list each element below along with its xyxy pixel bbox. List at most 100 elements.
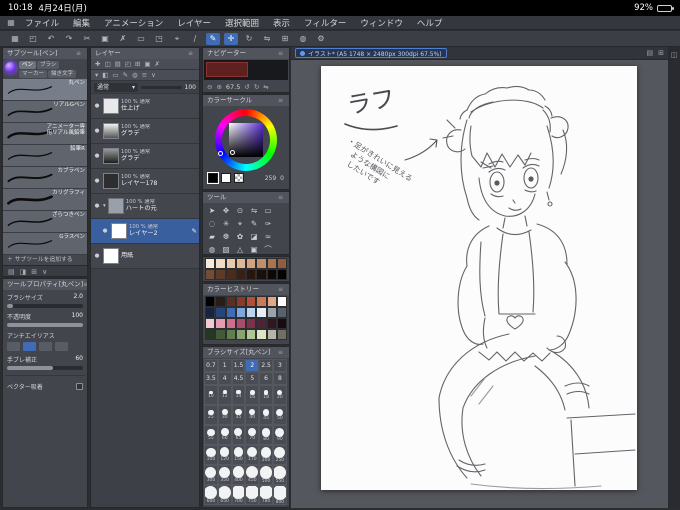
- color-swatch[interactable]: [205, 269, 216, 280]
- brush-size-preset[interactable]: 5: [245, 372, 260, 385]
- property-slider[interactable]: [7, 304, 83, 308]
- brush-size-preset[interactable]: 120: [217, 445, 232, 465]
- color-swatch[interactable]: [256, 269, 267, 280]
- menu-item[interactable]: レイヤー: [170, 17, 218, 29]
- pen-tool-icon[interactable]: ✎: [247, 217, 261, 230]
- brush-size-preset[interactable]: 400: [231, 465, 246, 485]
- transparent-color-chip[interactable]: [234, 173, 244, 183]
- brush-size-preset[interactable]: 80: [259, 425, 273, 445]
- rotate-canvas-icon[interactable]: ↻: [242, 33, 256, 45]
- brush-size-preset[interactable]: 800: [272, 485, 287, 505]
- brush-size-preset[interactable]: 500: [259, 465, 273, 485]
- brush-size-preset[interactable]: 30: [217, 405, 232, 425]
- layer-command-icon[interactable]: ∨: [151, 71, 156, 79]
- zoom-out-icon[interactable]: ⊖: [207, 83, 212, 91]
- color-swatch[interactable]: [246, 296, 257, 307]
- subtool-tab[interactable]: マーカー: [19, 70, 48, 78]
- brush-size-preset[interactable]: 12: [217, 385, 232, 405]
- undo-icon[interactable]: ↶: [44, 33, 58, 45]
- brush-size-preset[interactable]: 16: [245, 385, 260, 405]
- brush-size-preset[interactable]: 25: [204, 405, 218, 425]
- color-swatch[interactable]: [256, 258, 267, 269]
- pen-mode-icon[interactable]: ✎: [206, 32, 220, 45]
- subtool-item[interactable]: 鉛筆R: [3, 145, 87, 167]
- panel-menu-icon[interactable]: ≡: [278, 347, 285, 358]
- tab-list-icon[interactable]: ▤: [647, 49, 654, 57]
- color-swatch[interactable]: [256, 329, 267, 340]
- brush-size-preset[interactable]: 600: [204, 485, 218, 505]
- color-swatch[interactable]: [266, 296, 277, 307]
- layer-row[interactable]: ● 100 % 通常 グラデ: [91, 144, 199, 169]
- brush-size-preset[interactable]: 250: [272, 445, 287, 465]
- flip-horizontal-icon[interactable]: ⇋: [263, 83, 268, 91]
- add-subtool-button[interactable]: ＋ サブツールを追加する: [3, 255, 87, 265]
- color-swatch[interactable]: [246, 258, 257, 269]
- layer-command-icon[interactable]: ◫: [104, 60, 110, 68]
- ruler-tool-icon[interactable]: ⌒: [261, 243, 275, 254]
- color-swatch[interactable]: [276, 318, 287, 329]
- color-swatch[interactable]: [266, 307, 277, 318]
- app-menu-grid-icon[interactable]: ▦: [4, 18, 18, 27]
- brush-size-preset[interactable]: 50: [272, 405, 287, 425]
- antialias-option[interactable]: [39, 342, 52, 351]
- frame-tool-icon[interactable]: ▣: [247, 243, 261, 254]
- fill-tool-icon[interactable]: ◍: [205, 243, 219, 254]
- antialias-option[interactable]: [23, 342, 36, 351]
- brush-size-preset[interactable]: 14: [231, 385, 246, 405]
- layer-row[interactable]: ● 100 % 通常 レイヤー178: [91, 169, 199, 194]
- layer-visibility-icon[interactable]: ●: [101, 228, 109, 234]
- subtool-item[interactable]: Gラスペン: [3, 233, 87, 255]
- layer-visibility-icon[interactable]: ●: [93, 153, 101, 159]
- layer-command-icon[interactable]: ▣: [144, 60, 150, 68]
- property-slider[interactable]: [7, 323, 83, 327]
- brush-size-preset[interactable]: 100: [204, 445, 218, 465]
- panel-menu-icon[interactable]: ≡: [76, 48, 83, 59]
- layer-visibility-icon[interactable]: ●: [93, 178, 101, 184]
- paste-icon[interactable]: ▣: [98, 33, 112, 45]
- brush-size-preset[interactable]: 4.5: [231, 372, 246, 385]
- color-swatch[interactable]: [276, 296, 287, 307]
- airbrush-tool-icon[interactable]: ❆: [219, 230, 233, 243]
- brush-size-preset[interactable]: 0.7: [204, 359, 218, 372]
- blend-mode-select[interactable]: 通常 ▾: [94, 82, 138, 92]
- brush-size-preset[interactable]: 1: [217, 359, 232, 372]
- layer-command-icon[interactable]: ✚: [95, 60, 100, 68]
- layer-command-icon[interactable]: ▤: [115, 60, 121, 68]
- brush-size-preset[interactable]: 3.5: [204, 372, 218, 385]
- color-swatch[interactable]: [246, 269, 257, 280]
- brush-size-preset[interactable]: 60: [217, 425, 232, 445]
- cut-icon[interactable]: ✂: [80, 33, 94, 45]
- brush-size-preset[interactable]: 650: [217, 485, 232, 505]
- color-swatch[interactable]: [215, 318, 226, 329]
- rotate-right-icon[interactable]: ↻: [254, 83, 259, 91]
- layer-command-icon[interactable]: ◍: [132, 71, 138, 79]
- color-swatch[interactable]: [215, 258, 226, 269]
- panel-menu-icon[interactable]: ≡: [83, 279, 87, 290]
- brush-size-preset[interactable]: 170: [245, 445, 260, 465]
- brush-size-preset[interactable]: 45: [259, 405, 273, 425]
- sub-color-chip[interactable]: [221, 173, 231, 183]
- layer-command-icon[interactable]: ◧: [102, 71, 108, 79]
- brush-size-preset[interactable]: 350: [217, 465, 232, 485]
- layer-command-icon[interactable]: ◰: [125, 60, 131, 68]
- brush-size-preset[interactable]: 3: [272, 359, 287, 372]
- menu-item[interactable]: 編集: [66, 17, 97, 29]
- brush-size-preset[interactable]: 2.5: [259, 359, 273, 372]
- color-swatch[interactable]: [235, 258, 246, 269]
- brush-size-preset[interactable]: 300: [204, 465, 218, 485]
- brush-size-preset[interactable]: 20: [272, 385, 287, 405]
- menu-item[interactable]: 表示: [266, 17, 297, 29]
- brush-size-preset[interactable]: 6: [259, 372, 273, 385]
- redo-icon[interactable]: ↷: [62, 33, 76, 45]
- subtool-item[interactable]: リアルGペン: [3, 101, 87, 123]
- color-swatch[interactable]: [205, 258, 216, 269]
- color-swatch[interactable]: [235, 318, 246, 329]
- color-swatch[interactable]: [215, 307, 226, 318]
- panel-menu-icon[interactable]: ≡: [278, 95, 285, 106]
- brush-size-preset[interactable]: 8: [272, 372, 287, 385]
- color-swatch[interactable]: [276, 307, 287, 318]
- antialias-option[interactable]: [7, 342, 20, 351]
- color-swatch[interactable]: [215, 329, 226, 340]
- snap-icon[interactable]: ⌖: [170, 33, 184, 45]
- dock-grid-icon[interactable]: ⊞: [31, 268, 37, 276]
